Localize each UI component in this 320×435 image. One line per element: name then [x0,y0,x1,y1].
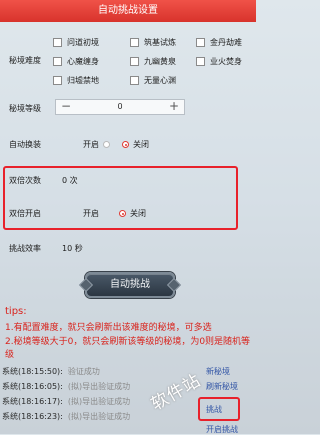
checkbox-icon[interactable] [130,57,139,66]
double-enable-off[interactable]: 关闭 [119,208,146,219]
overlay-refresh-realm: 刷新秘境 [206,382,238,391]
tips-title: tips: [5,306,27,317]
difficulty-option-3[interactable]: 金丹劫难 [196,37,242,48]
tip-line-1: 1.有配置难度，就只会刷新出该难度的秘境，可多选 [5,323,212,333]
difficulty-option-6[interactable]: 业火焚身 [196,56,242,67]
overlay-start-challenge: 开启挑战 [206,425,238,434]
level-stepper[interactable]: − 0 + [55,99,185,115]
tip-line-2: 2.秘境等级大于0，就只会刷新该等级的秘境，为0则是随机等级 [5,337,251,360]
checkbox-icon[interactable] [53,57,62,66]
checkbox-icon[interactable] [130,76,139,85]
double-count-label: 双倍次数 [9,176,41,185]
efficiency-label: 挑战效率 [9,244,41,253]
double-count-value: 0 次 [62,176,78,185]
auto-equip-label: 自动换装 [9,140,41,149]
overlay-new-realm: 新秘境 [206,367,230,376]
difficulty-label: 秘境难度 [9,56,41,65]
checkbox-icon[interactable] [130,38,139,47]
log-line: 系统(18:15:50): 验证成功 [2,367,100,376]
difficulty-option-1[interactable]: 问道初境 [53,37,99,48]
double-enable-on[interactable]: 开启 [83,208,99,219]
log-line: 系统(18:16:17): (拟)导出验证成功 [2,397,131,406]
radio-checked-icon[interactable] [122,141,129,148]
difficulty-option-5[interactable]: 九幽黄泉 [130,56,176,67]
plus-button[interactable]: + [167,100,181,114]
level-value[interactable]: 0 [56,100,184,114]
difficulty-option-2[interactable]: 筑基试炼 [130,37,176,48]
watermark: 软件站 [147,370,205,415]
auto-challenge-button[interactable]: 自动挑战 [85,272,175,298]
radio-icon[interactable] [103,141,110,148]
log-line: 系统(18:16:05): (拟)导出验证成功 [2,382,131,391]
double-enable-label: 双倍开启 [9,209,41,218]
difficulty-option-7[interactable]: 归墟禁地 [53,75,99,86]
dialog-title: 自动挑战设置 [0,0,256,22]
log-line: 系统(18:16:23): (拟)导出验证成功 [2,412,131,421]
level-label: 秘境等级 [9,104,41,113]
difficulty-option-8[interactable]: 无量心渊 [130,75,176,86]
checkbox-icon[interactable] [196,38,205,47]
checkbox-icon[interactable] [53,38,62,47]
difficulty-option-4[interactable]: 心魔缠身 [53,56,99,67]
checkbox-icon[interactable] [53,76,62,85]
radio-checked-icon[interactable] [119,210,126,217]
checkbox-icon[interactable] [196,57,205,66]
auto-equip-off[interactable]: 关闭 [122,139,149,150]
auto-equip-on[interactable]: 开启 [83,139,110,150]
efficiency-value: 10 秒 [62,244,83,253]
highlight-box [198,397,240,421]
